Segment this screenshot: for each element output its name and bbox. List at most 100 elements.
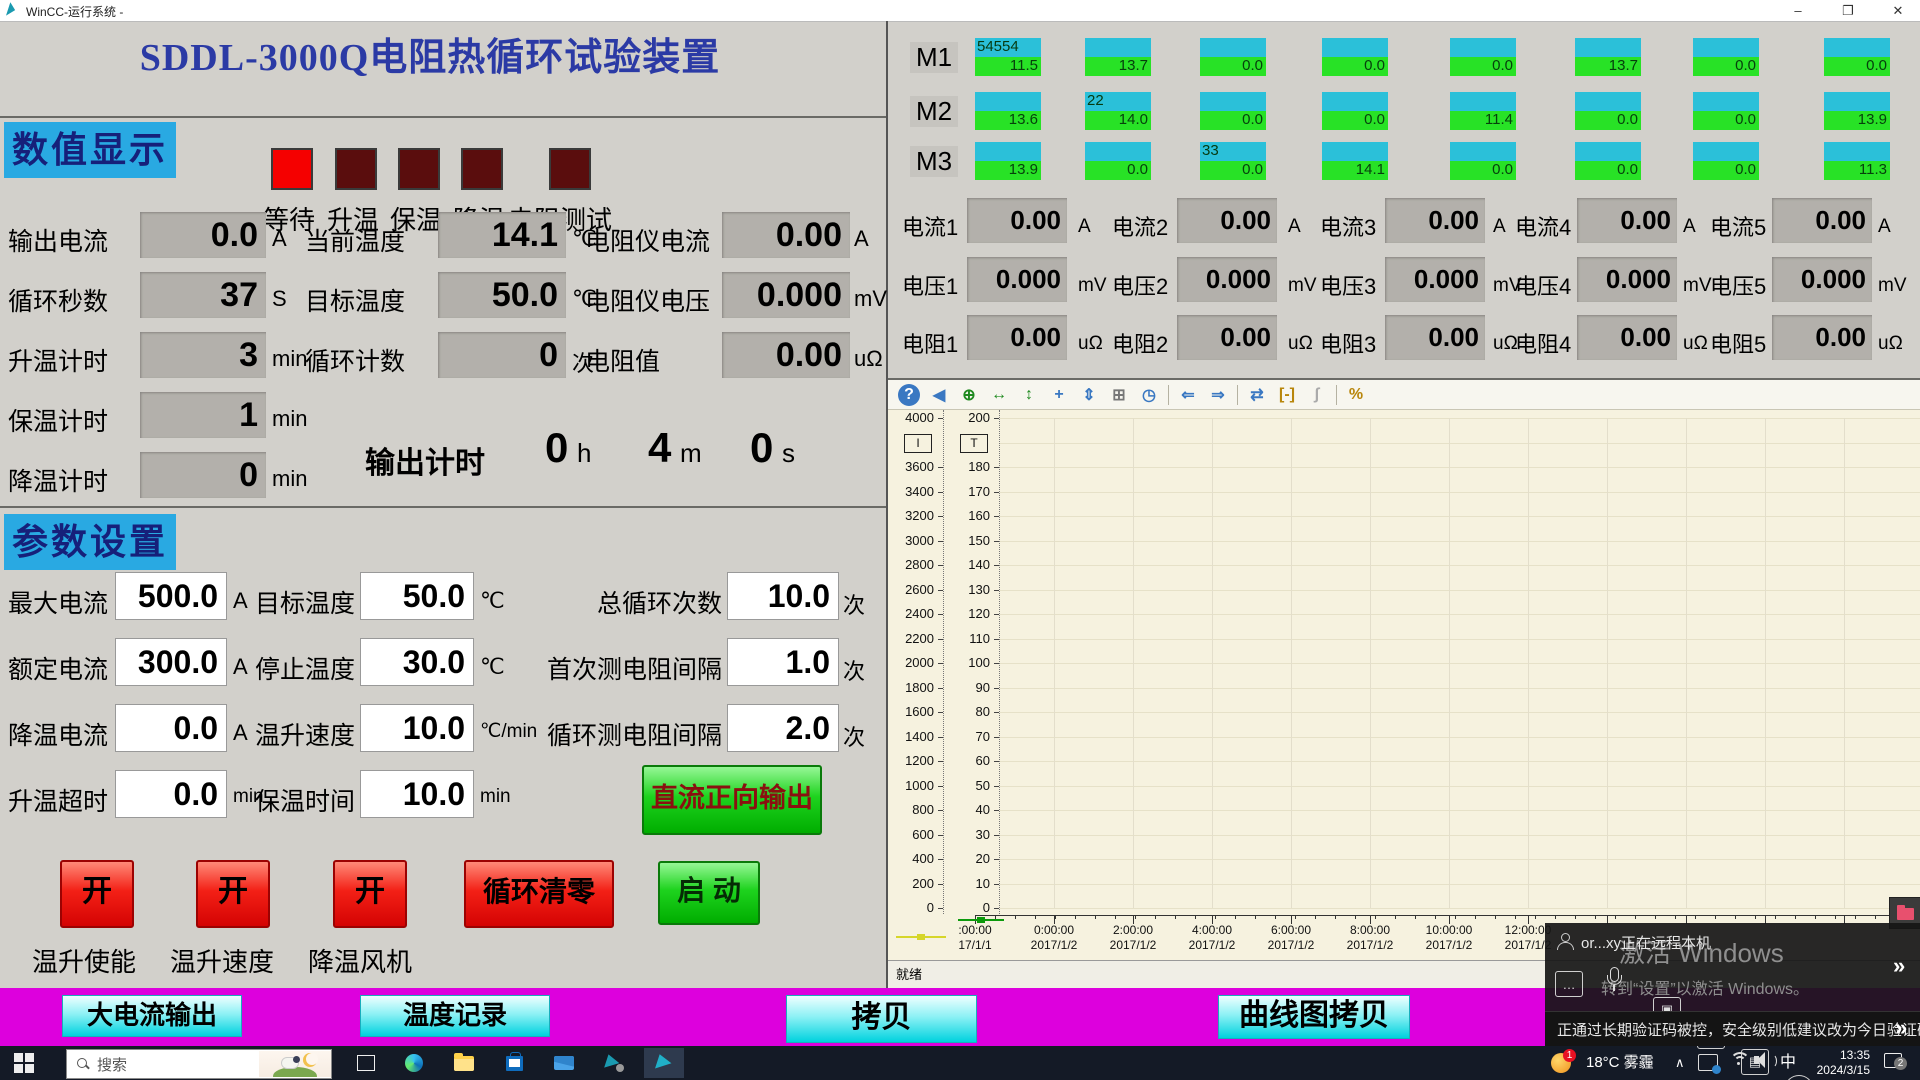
microsoft-store-icon[interactable]	[494, 1048, 534, 1078]
cycle-reset-button[interactable]: 循环清零	[464, 860, 614, 928]
toolbar-zoom-x-icon[interactable]: ↔	[985, 382, 1013, 408]
file-explorer-icon[interactable]	[444, 1048, 484, 1078]
toolbar-help-icon[interactable]: ?	[898, 384, 920, 406]
toolbar-prev-curve-icon[interactable]: ⇐	[1174, 382, 1202, 408]
param-input-循环测电阻间隔[interactable]: 2.0	[727, 704, 839, 752]
monitor-cell-top	[1575, 92, 1641, 111]
output-timer-value: 0	[545, 424, 568, 472]
param-input-首次测电阻间隔[interactable]: 1.0	[727, 638, 839, 686]
task-view-icon[interactable]	[346, 1048, 386, 1078]
start-button[interactable]: 启 动	[658, 861, 760, 925]
toolbar-zoom-in-icon[interactable]: ⊕	[955, 382, 983, 408]
toolbar-value-brackets-icon[interactable]: [-]	[1273, 382, 1301, 408]
h-gridline	[1000, 541, 1920, 542]
monitor-cell-value: 0.0	[1617, 161, 1638, 178]
overlay-expand-chevron[interactable]: »	[1893, 953, 1905, 979]
bottom-button-曲线图拷贝[interactable]: 曲线图拷贝	[1218, 995, 1410, 1039]
notification-icon[interactable]: 2	[1884, 1051, 1906, 1069]
param-input-温升速度[interactable]: 10.0	[360, 704, 474, 752]
monitor-cell-M2-2: 2214.0	[1085, 92, 1151, 130]
meas-value-电阻1: 0.00	[967, 315, 1067, 360]
taskbar-search-input[interactable]: 搜索	[66, 1049, 332, 1079]
meas-label-电流1: 电流1	[902, 210, 958, 242]
wincc-explorer-icon[interactable]	[594, 1048, 634, 1078]
wifi-arc2	[1734, 1056, 1746, 1068]
toggle-button-温升使能[interactable]: 开	[60, 860, 134, 928]
trend-chart[interactable]: 4000360034003200300028002600240022002000…	[888, 410, 1920, 960]
toolbar-percent-scale-icon[interactable]: %	[1342, 382, 1370, 408]
toggle-button-温升速度[interactable]: 开	[196, 860, 270, 928]
param-input-升温超时[interactable]: 0.0	[115, 770, 227, 818]
tray-expand-caret[interactable]: ∧	[1675, 1046, 1685, 1080]
display-label-电阻值: 电阻值	[585, 342, 718, 378]
mail-icon[interactable]	[544, 1048, 584, 1078]
trend-toolbar: ?◀⊕↔↕+⇕⊞◷ ⇐⇒ ⇄[-]∫%	[888, 380, 1920, 410]
monitor-cell-M3-5: 0.0	[1450, 142, 1516, 180]
microphone-icon[interactable]	[1607, 967, 1621, 995]
input-method-indicator[interactable]: 中	[1780, 1046, 1796, 1080]
param-label-目标温度: 目标温度	[255, 584, 357, 620]
toolbar-zoom-y-icon[interactable]: ↕	[1015, 382, 1043, 408]
x-minor-tick	[1335, 915, 1336, 919]
toolbar-next-curve-icon[interactable]: ⇒	[1204, 382, 1232, 408]
display-unit: A	[272, 226, 287, 252]
h-gridline	[1000, 859, 1920, 860]
bottom-button-拷贝[interactable]: 拷贝	[786, 995, 977, 1043]
v-gridline	[1844, 418, 1845, 908]
weather-temp[interactable]: 18°C 雾霾	[1586, 1046, 1654, 1080]
param-input-最大电流[interactable]: 500.0	[115, 572, 227, 620]
bottom-button-温度记录[interactable]: 温度记录	[360, 995, 550, 1037]
x-minor-tick	[1595, 915, 1596, 919]
dc-forward-output-button[interactable]: 直流正向输出	[642, 765, 822, 835]
param-input-降温电流[interactable]: 0.0	[115, 704, 227, 752]
toolbar-zoom-window-icon[interactable]: ⊞	[1105, 382, 1133, 408]
bottom-button-大电流输出[interactable]: 大电流输出	[62, 995, 242, 1037]
param-input-停止温度[interactable]: 30.0	[360, 638, 474, 686]
monitor-cell-top	[975, 142, 1041, 161]
toolbar-statistics-icon[interactable]: ∫	[1303, 382, 1331, 408]
start-menu-button[interactable]	[14, 1053, 34, 1073]
wifi-icon[interactable]	[1729, 1051, 1749, 1069]
security-expand-chevron[interactable]: »	[1895, 1015, 1907, 1041]
volume-icon[interactable]	[1754, 1052, 1774, 1068]
y1-tickmark	[938, 786, 943, 787]
toolbar-select-panel-icon[interactable]: ◀	[925, 382, 953, 408]
toolbar-time-range-icon[interactable]: ◷	[1135, 382, 1163, 408]
y1-tickmark	[938, 565, 943, 566]
status-lamp-降温	[461, 148, 503, 190]
y1-tick-800: 800	[890, 802, 934, 817]
chat-icon[interactable]: …	[1555, 971, 1583, 997]
remote-session-tray-icon[interactable]	[1698, 1054, 1718, 1071]
y2-tickmark	[994, 688, 999, 689]
y1-tickmark	[938, 614, 943, 615]
display-value-电阻值: 0.00	[722, 332, 850, 378]
toolbar-pan-icon[interactable]: +	[1045, 382, 1073, 408]
window-titlebar: WinCC-运行系统 - – ❐ ✕	[0, 0, 1920, 22]
monitor-row-label-M2: M2	[910, 96, 958, 127]
h-gridline	[1000, 590, 1920, 591]
v-gridline	[1765, 418, 1766, 908]
edge-browser-icon[interactable]	[394, 1048, 434, 1078]
param-input-额定电流[interactable]: 300.0	[115, 638, 227, 686]
h-gridline	[1000, 835, 1920, 836]
param-input-保温时间[interactable]: 10.0	[360, 770, 474, 818]
minimize-button[interactable]: –	[1776, 0, 1820, 21]
wincc-runtime-icon[interactable]	[644, 1048, 684, 1078]
meas-label-电压5: 电压5	[1710, 269, 1766, 301]
h-gridline	[1000, 712, 1920, 713]
y2-tick-70: 70	[946, 729, 990, 744]
weather-icon[interactable]: 1	[1551, 1051, 1577, 1075]
toggle-button-降温风机[interactable]: 开	[333, 860, 407, 928]
toolbar-scale-y-icon[interactable]: ⇕	[1075, 382, 1103, 408]
toolbar-swap-axes-icon[interactable]: ⇄	[1243, 382, 1271, 408]
y2-tick-170: 170	[946, 484, 990, 499]
restore-button[interactable]: ❐	[1826, 0, 1870, 21]
y1-tickmark	[938, 835, 943, 836]
y1-tick-600: 600	[890, 827, 934, 842]
close-button[interactable]: ✕	[1876, 0, 1920, 21]
display-value-输出电流: 0.0	[140, 212, 266, 258]
param-input-总循环次数[interactable]: 10.0	[727, 572, 839, 620]
param-input-目标温度[interactable]: 50.0	[360, 572, 474, 620]
tray-clock[interactable]: 13:352024/3/15	[1808, 1048, 1870, 1078]
meas-label-电流4: 电流4	[1515, 210, 1571, 242]
